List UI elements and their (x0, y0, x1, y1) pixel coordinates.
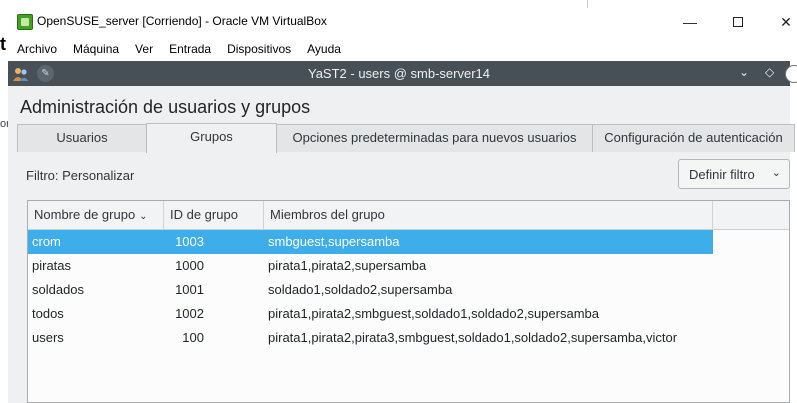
column-header-empty (713, 201, 789, 229)
chevron-down-icon[interactable]: ⌄ (739, 65, 749, 79)
group-id-cell: 100 (182, 330, 204, 345)
background-text-fragment: t (0, 34, 6, 54)
vbox-menubar: Archivo Máquina Ver Entrada Dispositivos… (10, 40, 349, 58)
table-row[interactable]: crom 1003 smbguest,supersamba (28, 230, 713, 254)
group-members-cell: pirata1,pirata2,supersamba (268, 258, 427, 273)
group-id-cell: 1001 (175, 282, 204, 297)
column-header-group-id[interactable]: ID de grupo (164, 201, 264, 229)
guest-window-titlebar: ✎ YaST2 - users @ smb-server14 ⌄ ◇ ✕ (8, 61, 797, 86)
group-name-cell: piratas (32, 258, 72, 273)
menu-entrada[interactable]: Entrada (161, 40, 219, 58)
group-id-cell: 1003 (175, 234, 204, 249)
column-header-label: Nombre de grupo (34, 207, 136, 222)
minimize-button[interactable]: — (667, 8, 713, 36)
yast-users-groups-panel: Administración de usuarios y grupos Usua… (8, 86, 795, 403)
edge-close-circle-icon[interactable] (785, 65, 797, 83)
table-row[interactable]: soldados 1001 soldado1,soldado2,supersam… (28, 278, 713, 302)
group-members-cell: pirata1,pirata2,smbguest,soldado1,soldad… (268, 306, 599, 321)
group-members-cell: smbguest,supersamba (268, 234, 400, 249)
close-icon: ✕ (780, 13, 792, 30)
tab-configuracion-autenticacion[interactable]: Configuración de autenticación (592, 124, 795, 152)
table-row[interactable]: todos 1002 pirata1,pirata2,smbguest,sold… (28, 302, 713, 326)
group-id-cell: 1000 (175, 258, 204, 273)
menu-ver[interactable]: Ver (127, 40, 161, 58)
group-id-cell: 1002 (175, 306, 204, 321)
maximize-button[interactable] (715, 8, 761, 36)
column-header-members[interactable]: Miembros del grupo (264, 201, 713, 229)
tab-opciones-predeterminadas[interactable]: Opciones predeterminadas para nuevos usu… (276, 124, 593, 152)
group-name-cell: soldados (32, 282, 85, 297)
groups-table[interactable]: Nombre de grupo ⌄ ID de grupo Miembros de… (27, 200, 790, 403)
sort-chevron-icon: ⌄ (139, 211, 148, 222)
menu-maquina[interactable]: Máquina (65, 40, 127, 58)
group-name-cell: todos (32, 306, 64, 321)
host-window-titlebar: OpenSUSE_server [Corriendo] - Oracle VM … (0, 0, 797, 40)
group-members-cell: soldado1,soldado2,supersamba (268, 282, 453, 297)
table-row[interactable]: piratas 1000 pirata1,pirata2,supersamba (28, 254, 713, 278)
table-header: Nombre de grupo ⌄ ID de grupo Miembros de… (28, 201, 789, 230)
table-row[interactable]: users 100 pirata1,pirata2,pirata3,smbgue… (28, 326, 713, 350)
host-window-title: OpenSUSE_server [Corriendo] - Oracle VM … (37, 14, 327, 28)
maximize-icon (733, 17, 743, 27)
page-title: Administración de usuarios y grupos (20, 97, 311, 117)
group-name-cell: crom (32, 234, 61, 249)
virtualbox-icon (17, 14, 33, 30)
filter-label: Filtro: Personalizar (26, 168, 135, 183)
tab-grupos[interactable]: Grupos (146, 123, 277, 153)
diamond-maximize-icon[interactable]: ◇ (765, 65, 774, 79)
menu-archivo[interactable]: Archivo (10, 40, 65, 58)
menu-ayuda[interactable]: Ayuda (299, 40, 349, 58)
group-name-cell: users (32, 330, 64, 345)
tab-usuarios[interactable]: Usuarios (17, 124, 147, 152)
minimize-icon: — (683, 14, 697, 30)
menu-dispositivos[interactable]: Dispositivos (219, 40, 299, 58)
column-header-group-name[interactable]: Nombre de grupo ⌄ (28, 201, 164, 229)
define-filter-label: Definir filtro (689, 166, 755, 182)
chevron-down-icon: ⌄ (771, 167, 781, 179)
define-filter-button[interactable]: Definir filtro ⌄ (678, 159, 790, 189)
close-button[interactable]: ✕ (763, 8, 797, 36)
tab-bar: Usuarios Grupos Opciones predeterminadas… (17, 123, 795, 153)
background-divider (587, 0, 588, 8)
guest-window-title: YaST2 - users @ smb-server14 (307, 66, 490, 81)
group-members-cell: pirata1,pirata2,pirata3,smbguest,soldado… (268, 330, 678, 345)
